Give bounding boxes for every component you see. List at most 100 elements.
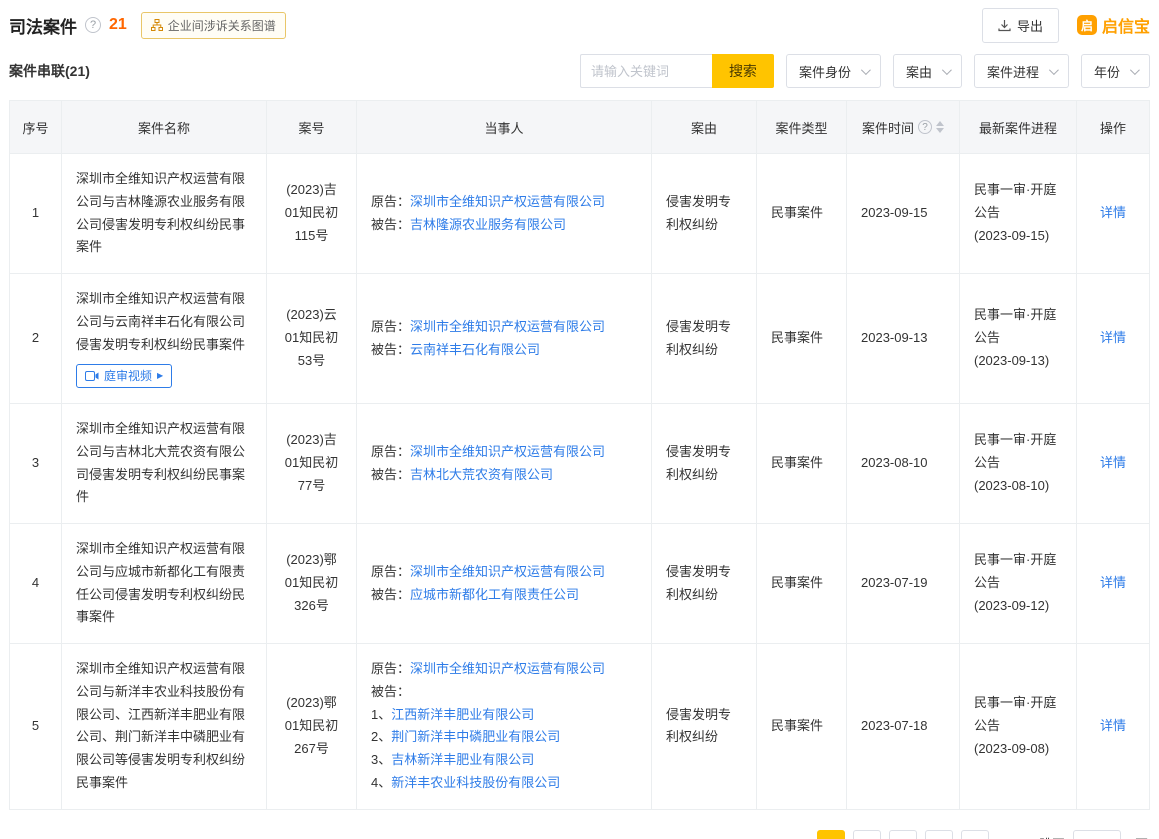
case-cause: 侵害发明专利权纠纷 bbox=[652, 154, 757, 274]
page-button-1[interactable]: 1 bbox=[817, 830, 845, 839]
progress-text: 民事一审·开庭公告 bbox=[974, 304, 1062, 350]
export-button[interactable]: 导出 bbox=[982, 8, 1059, 43]
col-header-cause: 案由 bbox=[652, 101, 757, 154]
filter-toolbar: 案件串联(21) 搜索 案件身份 案由 案件进程 年份 bbox=[9, 54, 1150, 88]
plaintiff-link[interactable]: 深圳市全维知识产权运营有限公司 bbox=[410, 564, 605, 579]
next-page-button[interactable]: › bbox=[997, 830, 1025, 839]
progress-date: (2023-08-10) bbox=[974, 475, 1062, 498]
search-input[interactable] bbox=[580, 54, 712, 88]
plaintiff-link[interactable]: 深圳市全维知识产权运营有限公司 bbox=[410, 661, 605, 676]
table-row: 4 深圳市全维知识产权运营有限公司与应城市新都化工有限责任公司侵害发明专利权纠纷… bbox=[10, 524, 1150, 644]
case-number: (2023)云01知民初53号 bbox=[267, 274, 357, 404]
defendant-link[interactable]: 吉林新洋丰肥业有限公司 bbox=[391, 752, 534, 767]
case-cause: 侵害发明专利权纠纷 bbox=[652, 404, 757, 524]
defendant-link[interactable]: 荆门新洋丰中磷肥业有限公司 bbox=[391, 729, 560, 744]
case-name: 深圳市全维知识产权运营有限公司与新洋丰农业科技股份有限公司、江西新洋丰肥业有限公… bbox=[76, 658, 252, 795]
page-button-3[interactable]: 3 bbox=[889, 830, 917, 839]
page-button-2[interactable]: 2 bbox=[853, 830, 881, 839]
case-number: (2023)鄂01知民初267号 bbox=[267, 644, 357, 810]
plaintiff-label: 原告： bbox=[371, 444, 410, 459]
case-name-cell: 深圳市全维知识产权运营有限公司与新洋丰农业科技股份有限公司、江西新洋丰肥业有限公… bbox=[62, 644, 267, 810]
table-row: 5 深圳市全维知识产权运营有限公司与新洋丰农业科技股份有限公司、江西新洋丰肥业有… bbox=[10, 644, 1150, 810]
prev-page-button[interactable]: ‹ bbox=[781, 830, 809, 839]
search-button[interactable]: 搜索 bbox=[712, 54, 774, 88]
col-header-parties: 当事人 bbox=[357, 101, 652, 154]
defendant-link[interactable]: 新洋丰农业科技股份有限公司 bbox=[391, 775, 560, 790]
progress-date: (2023-09-13) bbox=[974, 350, 1062, 373]
plaintiff-label: 原告： bbox=[371, 661, 410, 676]
case-cause: 侵害发明专利权纠纷 bbox=[652, 524, 757, 644]
case-name-cell: 深圳市全维知识产权运营有限公司与吉林隆源农业服务有限公司侵害发明专利权纠纷民事案… bbox=[62, 154, 267, 274]
defendant-link[interactable]: 吉林北大荒农资有限公司 bbox=[410, 467, 553, 482]
case-date: 2023-07-18 bbox=[847, 644, 960, 810]
filter-year[interactable]: 年份 bbox=[1081, 54, 1150, 88]
progress-text: 民事一审·开庭公告 bbox=[974, 692, 1062, 738]
defendant-num: 1、 bbox=[371, 707, 391, 722]
detail-link[interactable]: 详情 bbox=[1100, 455, 1126, 470]
row-index: 4 bbox=[10, 524, 62, 644]
detail-link[interactable]: 详情 bbox=[1100, 330, 1126, 345]
help-icon[interactable]: ? bbox=[85, 17, 101, 33]
parties-cell: 原告：深圳市全维知识产权运营有限公司 被告： 1、江西新洋丰肥业有限公司 2、荆… bbox=[357, 644, 652, 810]
filter-case-cause[interactable]: 案由 bbox=[893, 54, 962, 88]
logo-text: 启信宝 bbox=[1102, 13, 1150, 37]
progress-date: (2023-09-15) bbox=[974, 225, 1062, 248]
case-name-cell: 深圳市全维知识产权运营有限公司与云南祥丰石化有限公司侵害发明专利权纠纷民事案件 … bbox=[62, 274, 267, 404]
judicial-cases-page: 司法案件 ? 21 企业间涉诉关系图谱 导出 启 启信宝 bbox=[0, 0, 1159, 839]
sort-icon[interactable] bbox=[936, 121, 944, 133]
table-row: 2 深圳市全维知识产权运营有限公司与云南祥丰石化有限公司侵害发明专利权纠纷民事案… bbox=[10, 274, 1150, 404]
filter-case-progress[interactable]: 案件进程 bbox=[974, 54, 1069, 88]
page-button-5[interactable]: 5 bbox=[961, 830, 989, 839]
detail-link[interactable]: 详情 bbox=[1100, 575, 1126, 590]
defendant-label: 被告： bbox=[371, 342, 410, 357]
sort-desc-icon bbox=[936, 128, 944, 133]
col-header-case-number: 案号 bbox=[267, 101, 357, 154]
defendant-label: 被告： bbox=[371, 587, 410, 602]
litigation-graph-button[interactable]: 企业间涉诉关系图谱 bbox=[141, 12, 286, 39]
defendant-num: 2、 bbox=[371, 729, 391, 744]
case-number: (2023)吉01知民初115号 bbox=[267, 154, 357, 274]
case-name: 深圳市全维知识产权运营有限公司与应城市新都化工有限责任公司侵害发明专利权纠纷民事… bbox=[76, 538, 252, 629]
defendant-link[interactable]: 吉林隆源农业服务有限公司 bbox=[410, 217, 566, 232]
defendant-num: 3、 bbox=[371, 752, 391, 767]
table-row: 1 深圳市全维知识产权运营有限公司与吉林隆源农业服务有限公司侵害发明专利权纠纷民… bbox=[10, 154, 1150, 274]
parties-cell: 原告：深圳市全维知识产权运营有限公司 被告：云南祥丰石化有限公司 bbox=[357, 274, 652, 404]
col-header-case-time[interactable]: 案件时间 ? bbox=[847, 101, 960, 154]
row-index: 1 bbox=[10, 154, 62, 274]
defendant-label: 被告： bbox=[371, 217, 410, 232]
plaintiff-link[interactable]: 深圳市全维知识产权运营有限公司 bbox=[410, 319, 605, 334]
case-type: 民事案件 bbox=[757, 274, 847, 404]
progress-date: (2023-09-08) bbox=[974, 738, 1062, 761]
case-name-cell: 深圳市全维知识产权运营有限公司与吉林北大荒农资有限公司侵害发明专利权纠纷民事案件 bbox=[62, 404, 267, 524]
detail-link[interactable]: 详情 bbox=[1100, 718, 1126, 733]
filter-case-role[interactable]: 案件身份 bbox=[786, 54, 881, 88]
case-type: 民事案件 bbox=[757, 524, 847, 644]
case-count-badge: 21 bbox=[109, 16, 127, 34]
video-button-label: 庭审视频 bbox=[104, 367, 152, 385]
col-header-case-type: 案件类型 bbox=[757, 101, 847, 154]
progress-cell: 民事一审·开庭公告 (2023-08-10) bbox=[960, 404, 1077, 524]
plaintiff-label: 原告： bbox=[371, 564, 410, 579]
case-name: 深圳市全维知识产权运营有限公司与云南祥丰石化有限公司侵害发明专利权纠纷民事案件 bbox=[76, 288, 252, 356]
col-header-action: 操作 bbox=[1077, 101, 1150, 154]
plaintiff-label: 原告： bbox=[371, 319, 410, 334]
case-type: 民事案件 bbox=[757, 154, 847, 274]
col-header-index: 序号 bbox=[10, 101, 62, 154]
cases-table: 序号 案件名称 案号 当事人 案由 案件类型 案件时间 ? 最新 bbox=[9, 100, 1150, 810]
parties-cell: 原告：深圳市全维知识产权运营有限公司 被告：吉林隆源农业服务有限公司 bbox=[357, 154, 652, 274]
defendant-link[interactable]: 江西新洋丰肥业有限公司 bbox=[391, 707, 534, 722]
parties-cell: 原告：深圳市全维知识产权运营有限公司 被告：吉林北大荒农资有限公司 bbox=[357, 404, 652, 524]
defendant-link[interactable]: 云南祥丰石化有限公司 bbox=[410, 342, 540, 357]
plaintiff-link[interactable]: 深圳市全维知识产权运营有限公司 bbox=[410, 194, 605, 209]
plaintiff-label: 原告： bbox=[371, 194, 410, 209]
trial-video-button[interactable]: 庭审视频 ▶ bbox=[76, 364, 172, 388]
defendant-link[interactable]: 应城市新都化工有限责任公司 bbox=[410, 587, 579, 602]
jump-page-input[interactable] bbox=[1073, 830, 1121, 839]
progress-cell: 民事一审·开庭公告 (2023-09-15) bbox=[960, 154, 1077, 274]
detail-link[interactable]: 详情 bbox=[1100, 205, 1126, 220]
help-icon[interactable]: ? bbox=[918, 120, 932, 134]
top-bar: 司法案件 ? 21 企业间涉诉关系图谱 导出 启 启信宝 bbox=[9, 0, 1150, 50]
plaintiff-link[interactable]: 深圳市全维知识产权运营有限公司 bbox=[410, 444, 605, 459]
page-button-4[interactable]: 4 bbox=[925, 830, 953, 839]
case-type: 民事案件 bbox=[757, 644, 847, 810]
